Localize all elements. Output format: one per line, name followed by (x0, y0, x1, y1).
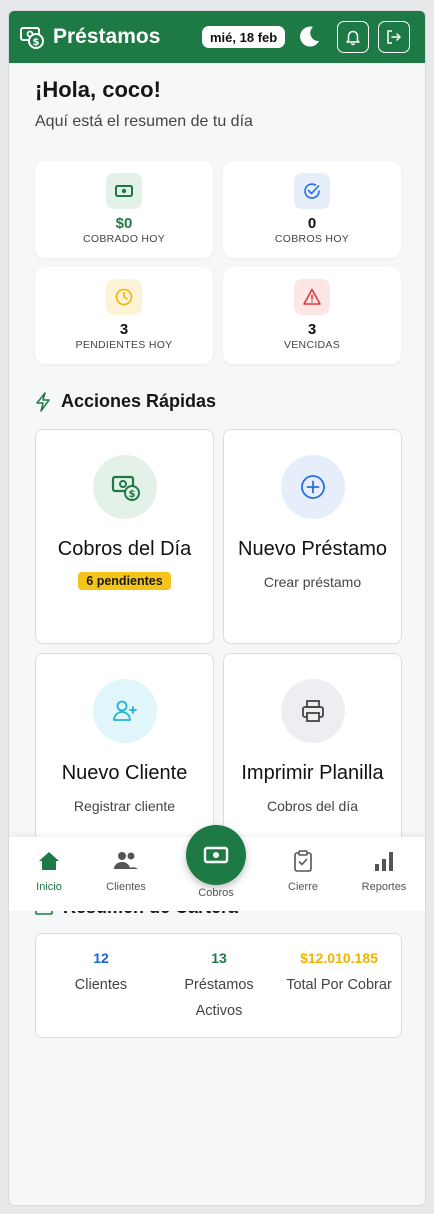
add-user-icon (92, 679, 157, 743)
home-icon (39, 852, 59, 870)
nav-inicio[interactable]: Inicio (14, 849, 84, 893)
nav-label: Cierre (288, 881, 318, 893)
stat-value: 3 (307, 321, 317, 338)
greeting-subtitle: Aquí está el resumen de tu día (35, 113, 253, 130)
portfolio-label: Total Por Cobrar (286, 977, 392, 993)
clipboard-check-icon (294, 850, 312, 872)
stat-label: PENDIENTES HOY (75, 339, 173, 351)
card-title: Cobros del Día (57, 538, 192, 560)
nav-label: Reportes (361, 881, 407, 893)
date-badge: mié, 18 feb (202, 26, 286, 48)
nav-label: Cobros (198, 887, 234, 899)
stat-value: 0 (307, 215, 317, 232)
quick-actions-title: Acciones Rápidas (35, 391, 216, 412)
check-circle-icon (294, 173, 330, 209)
card-title: Nuevo Cliente (61, 762, 188, 784)
logout-icon (387, 30, 401, 44)
stat-overdue[interactable]: 3 VENCIDAS (223, 267, 401, 364)
svg-text:$: $ (33, 37, 40, 48)
stat-label: COBROS HOY (274, 233, 350, 245)
users-icon (114, 852, 138, 869)
svg-text:$: $ (128, 489, 135, 500)
cash-icon (106, 173, 142, 209)
nav-reportes[interactable]: Reportes (349, 849, 419, 893)
brand[interactable]: $ Préstamos (19, 24, 160, 50)
greeting-title: ¡Hola, coco! (35, 77, 161, 102)
stat-label: VENCIDAS (283, 339, 341, 351)
portfolio-clients: 12 Clientes (46, 950, 156, 998)
portfolio-active-loans: 13 Préstamos Activos (164, 950, 274, 1024)
bottom-nav: Inicio Clientes Cobros Cierre Reportes (9, 825, 425, 911)
bell-icon (346, 30, 360, 46)
warning-icon (294, 279, 330, 315)
nav-clientes[interactable]: Clientes (91, 849, 161, 893)
section-title-text: Acciones Rápidas (61, 391, 217, 411)
nav-label: Clientes (106, 881, 146, 893)
notifications-button[interactable] (337, 21, 369, 53)
logout-button[interactable] (378, 21, 410, 53)
card-title: Nuevo Préstamo (238, 538, 387, 560)
stat-pending-today[interactable]: 3 PENDIENTES HOY (35, 267, 213, 364)
nav-cierre[interactable]: Cierre (268, 849, 338, 893)
nav-label: Inicio (36, 881, 62, 893)
nav-cobros-button[interactable] (186, 825, 246, 885)
portfolio-label: Préstamos Activos (184, 977, 254, 1019)
card-title: Imprimir Planilla (241, 762, 384, 784)
portfolio-label: Clientes (74, 977, 128, 993)
bar-chart-icon (375, 852, 393, 871)
portfolio-value: $12.010.185 (300, 950, 378, 966)
printer-icon (280, 679, 345, 743)
loan-logo-icon: $ (20, 27, 44, 49)
portfolio-value: 12 (93, 950, 109, 966)
action-imprimir-planilla[interactable]: Imprimir Planilla Cobros del día (223, 653, 402, 868)
action-nuevo-cliente[interactable]: Nuevo Cliente Registrar cliente (35, 653, 214, 868)
cash-icon (203, 846, 229, 864)
portfolio-value: 13 (211, 950, 227, 966)
moon-icon[interactable] (297, 23, 323, 49)
card-description: Crear préstamo (263, 574, 362, 590)
plus-circle-icon (280, 455, 345, 519)
portfolio-total-due: $12.010.185 Total Por Cobrar (284, 950, 394, 998)
portfolio-summary: 12 Clientes 13 Préstamos Activos $12.010… (35, 933, 402, 1038)
stat-value: $0 (115, 215, 133, 232)
clock-icon (106, 279, 142, 315)
pending-badge: 6 pendientes (78, 572, 171, 590)
app-title: Préstamos (53, 25, 161, 48)
card-description: Cobros del día (266, 798, 359, 814)
action-cobros-del-dia[interactable]: $ Cobros del Día 6 pendientes (35, 429, 214, 644)
lightning-icon (36, 391, 50, 412)
stat-value: 3 (119, 321, 129, 338)
stat-collections-today[interactable]: 0 COBROS HOY (223, 161, 401, 258)
money-icon: $ (92, 455, 157, 519)
app-frame: $ Préstamos mié, 18 feb ¡Hola, coco! Aqu… (8, 10, 426, 1206)
stat-collected-today[interactable]: $0 COBRADO HOY (35, 161, 213, 258)
stat-label: COBRADO HOY (82, 233, 166, 245)
card-description: Registrar cliente (73, 798, 176, 814)
action-nuevo-prestamo[interactable]: Nuevo Préstamo Crear préstamo (223, 429, 402, 644)
app-header: $ Préstamos mié, 18 feb (9, 11, 425, 63)
